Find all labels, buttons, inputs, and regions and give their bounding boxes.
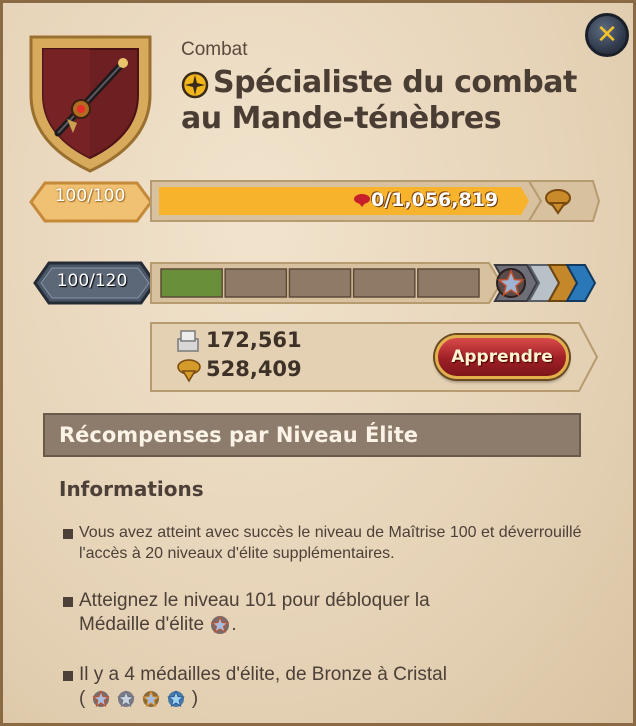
- elite-medal-icon: [211, 615, 230, 634]
- fame-cost: 528,409: [206, 357, 302, 381]
- fame-icon: [177, 359, 201, 383]
- open-paren: (: [79, 688, 86, 709]
- info-paragraph-3-line-1: Il y a 4 médailles d'élite, de Bronze à …: [79, 664, 447, 685]
- level-text: 100/100: [54, 186, 126, 206]
- bullet-icon: [63, 671, 73, 681]
- weapon-shield-icon: [29, 35, 152, 173]
- gold-medal-icon: [142, 690, 160, 708]
- elite-segment: [352, 268, 416, 298]
- elite-rewards-label: Récompenses par Niveau Élite: [59, 423, 418, 447]
- title-line-2: au Mande-ténèbres: [181, 101, 502, 136]
- fame-icon: [354, 194, 370, 207]
- silver-cost: 172,561: [206, 328, 302, 352]
- learn-button-label: Apprendre: [451, 347, 553, 367]
- xp-value: 0/1,056,819: [371, 189, 499, 211]
- info-paragraph-2-period: .: [231, 614, 237, 635]
- bronze-medal-icon: [91, 690, 110, 708]
- silver-medal-icon: [117, 690, 135, 708]
- info-paragraph-2-line-2: Médaille d'élite: [79, 614, 205, 635]
- info-heading: Informations: [59, 477, 204, 501]
- category-label: Combat: [181, 39, 248, 60]
- bullet-icon: [63, 529, 73, 539]
- crystal-medal-icon: [167, 690, 186, 708]
- bullet-icon: [63, 597, 73, 607]
- info-paragraph-1: Vous avez atteint avec succès le niveau …: [79, 524, 582, 562]
- silver-icon: [177, 330, 199, 352]
- info-paragraph-3: Il y a 4 médailles d'élite, de Bronze à …: [79, 663, 599, 711]
- mastery-panel: Combat Spécialiste du combat au Mande-té…: [0, 0, 636, 726]
- info-paragraph-2: Atteignez le niveau 101 pour débloquer l…: [79, 589, 599, 637]
- elite-medal-icon: [496, 268, 526, 298]
- elite-rewards-header[interactable]: Récompenses par Niveau Élite: [43, 413, 581, 457]
- elite-segment: [288, 268, 352, 298]
- close-icon: ✕: [596, 20, 618, 50]
- close-paren: ): [191, 688, 199, 709]
- elite-segment: [224, 268, 288, 298]
- learn-button[interactable]: Apprendre: [435, 335, 569, 379]
- fame-icon: [545, 189, 571, 215]
- elite-segment: [160, 268, 223, 298]
- close-button[interactable]: ✕: [585, 13, 629, 57]
- title-line-1: Spécialiste du combat: [213, 65, 577, 100]
- elite-level-text: 100/120: [56, 271, 128, 291]
- info-paragraph-2-line-1: Atteignez le niveau 101 pour débloquer l…: [79, 590, 430, 611]
- specialization-icon: [181, 71, 209, 99]
- elite-progress-bar: [150, 262, 597, 304]
- elite-segment: [417, 268, 480, 298]
